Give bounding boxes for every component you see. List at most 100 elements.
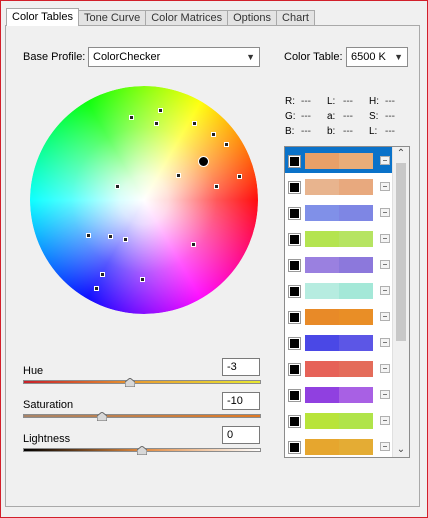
color-point-handle[interactable] [191, 242, 196, 247]
color-swatch[interactable] [305, 153, 373, 169]
swatch-original-color [305, 179, 339, 195]
color-swatch[interactable] [305, 335, 373, 351]
tab-options[interactable]: Options [227, 10, 278, 26]
remove-row-button[interactable] [380, 312, 390, 321]
color-table-row[interactable] [285, 173, 392, 199]
row-checkbox[interactable] [288, 207, 301, 220]
list-scrollbar[interactable]: ⌃ ⌄ [392, 147, 409, 457]
row-checkbox[interactable] [288, 259, 301, 272]
remove-row-button[interactable] [380, 260, 390, 269]
color-table-row[interactable] [285, 251, 392, 277]
saturation-slider-thumb[interactable] [97, 412, 107, 421]
saturation-slider-track[interactable] [23, 414, 261, 418]
lightness-slider-thumb[interactable] [137, 446, 147, 455]
color-swatch[interactable] [305, 387, 373, 403]
remove-row-button[interactable] [380, 286, 390, 295]
row-checkbox[interactable] [288, 311, 301, 324]
color-point-handle[interactable] [123, 237, 128, 242]
remove-row-button[interactable] [380, 234, 390, 243]
color-point-handle[interactable] [237, 174, 242, 179]
color-swatch[interactable] [305, 309, 373, 325]
saturation-value-input[interactable]: -10 [222, 392, 260, 410]
base-profile-dropdown[interactable]: ColorChecker ▼ [88, 47, 260, 67]
readout-l-label: L: [327, 96, 336, 107]
chevron-up-icon[interactable]: ⌃ [393, 147, 409, 161]
row-checkbox[interactable] [288, 155, 301, 168]
row-checkbox[interactable] [288, 363, 301, 376]
color-point-handle[interactable] [140, 277, 145, 282]
lightness-value-input[interactable]: 0 [222, 426, 260, 444]
tab-tone-curve[interactable]: Tone Curve [77, 10, 147, 26]
color-swatch[interactable] [305, 231, 373, 247]
color-point-handle[interactable] [224, 142, 229, 147]
color-point-handle[interactable] [192, 121, 197, 126]
hue-slider-track[interactable] [23, 380, 261, 384]
tab-color-matrices[interactable]: Color Matrices [145, 10, 229, 26]
row-checkbox[interactable] [288, 181, 301, 194]
readout-b-label: B: [285, 126, 295, 137]
color-table-row[interactable] [285, 381, 392, 407]
scrollbar-thumb[interactable] [396, 163, 406, 341]
readout-h-label: H: [369, 96, 379, 107]
hue-value-input[interactable]: -3 [222, 358, 260, 376]
color-swatch[interactable] [305, 361, 373, 377]
remove-row-button[interactable] [380, 182, 390, 191]
color-table-row[interactable] [285, 225, 392, 251]
color-table-row[interactable] [285, 355, 392, 381]
readout-l2-value: --- [385, 126, 395, 137]
color-point-handle[interactable] [94, 286, 99, 291]
color-point-handle[interactable] [154, 121, 159, 126]
row-checkbox[interactable] [288, 233, 301, 246]
readout-s-label: S: [369, 111, 379, 122]
remove-row-button[interactable] [380, 208, 390, 217]
tab-bar: Color Tables Tone Curve Color Matrices O… [6, 8, 315, 26]
readout-l2-label: L: [369, 126, 378, 137]
readout-h-value: --- [385, 96, 395, 107]
color-point-handle[interactable] [214, 184, 219, 189]
color-point-handle[interactable] [176, 173, 181, 178]
row-checkbox[interactable] [288, 415, 301, 428]
color-point-handle[interactable] [158, 108, 163, 113]
selected-color-picker[interactable] [198, 156, 209, 167]
color-table-row[interactable] [285, 407, 392, 433]
color-table-row[interactable] [285, 199, 392, 225]
color-table-row[interactable] [285, 277, 392, 303]
color-swatch[interactable] [305, 439, 373, 455]
row-checkbox[interactable] [288, 389, 301, 402]
color-table-row[interactable] [285, 329, 392, 355]
row-checkbox[interactable] [288, 285, 301, 298]
readout-a-value: --- [343, 111, 353, 122]
color-table-row[interactable] [285, 147, 392, 173]
remove-row-button[interactable] [380, 156, 390, 165]
color-swatch[interactable] [305, 179, 373, 195]
color-swatch[interactable] [305, 283, 373, 299]
color-table-dropdown[interactable]: 6500 K ▼ [346, 47, 408, 67]
color-swatch[interactable] [305, 205, 373, 221]
color-point-handle[interactable] [86, 233, 91, 238]
color-swatch[interactable] [305, 257, 373, 273]
remove-row-button[interactable] [380, 338, 390, 347]
color-point-handle[interactable] [129, 115, 134, 120]
tab-chart[interactable]: Chart [276, 10, 315, 26]
hue-slider-thumb[interactable] [125, 378, 135, 387]
row-checkbox[interactable] [288, 441, 301, 454]
color-swatch[interactable] [305, 413, 373, 429]
readout-b-value: --- [301, 126, 311, 137]
color-point-handle[interactable] [100, 272, 105, 277]
swatch-original-color [305, 439, 339, 455]
swatch-adjusted-color [339, 309, 373, 325]
base-profile-label: Base Profile: [23, 51, 86, 63]
color-point-handle[interactable] [211, 132, 216, 137]
remove-row-button[interactable] [380, 416, 390, 425]
remove-row-button[interactable] [380, 390, 390, 399]
remove-row-button[interactable] [380, 364, 390, 373]
color-point-handle[interactable] [108, 234, 113, 239]
row-checkbox[interactable] [288, 337, 301, 350]
color-table-row[interactable] [285, 303, 392, 329]
chevron-down-icon[interactable]: ⌄ [393, 443, 409, 457]
color-point-handle[interactable] [115, 184, 120, 189]
color-table-row[interactable] [285, 433, 392, 457]
color-table-list[interactable]: ⌃ ⌄ [284, 146, 410, 458]
tab-color-tables[interactable]: Color Tables [6, 8, 79, 26]
remove-row-button[interactable] [380, 442, 390, 451]
